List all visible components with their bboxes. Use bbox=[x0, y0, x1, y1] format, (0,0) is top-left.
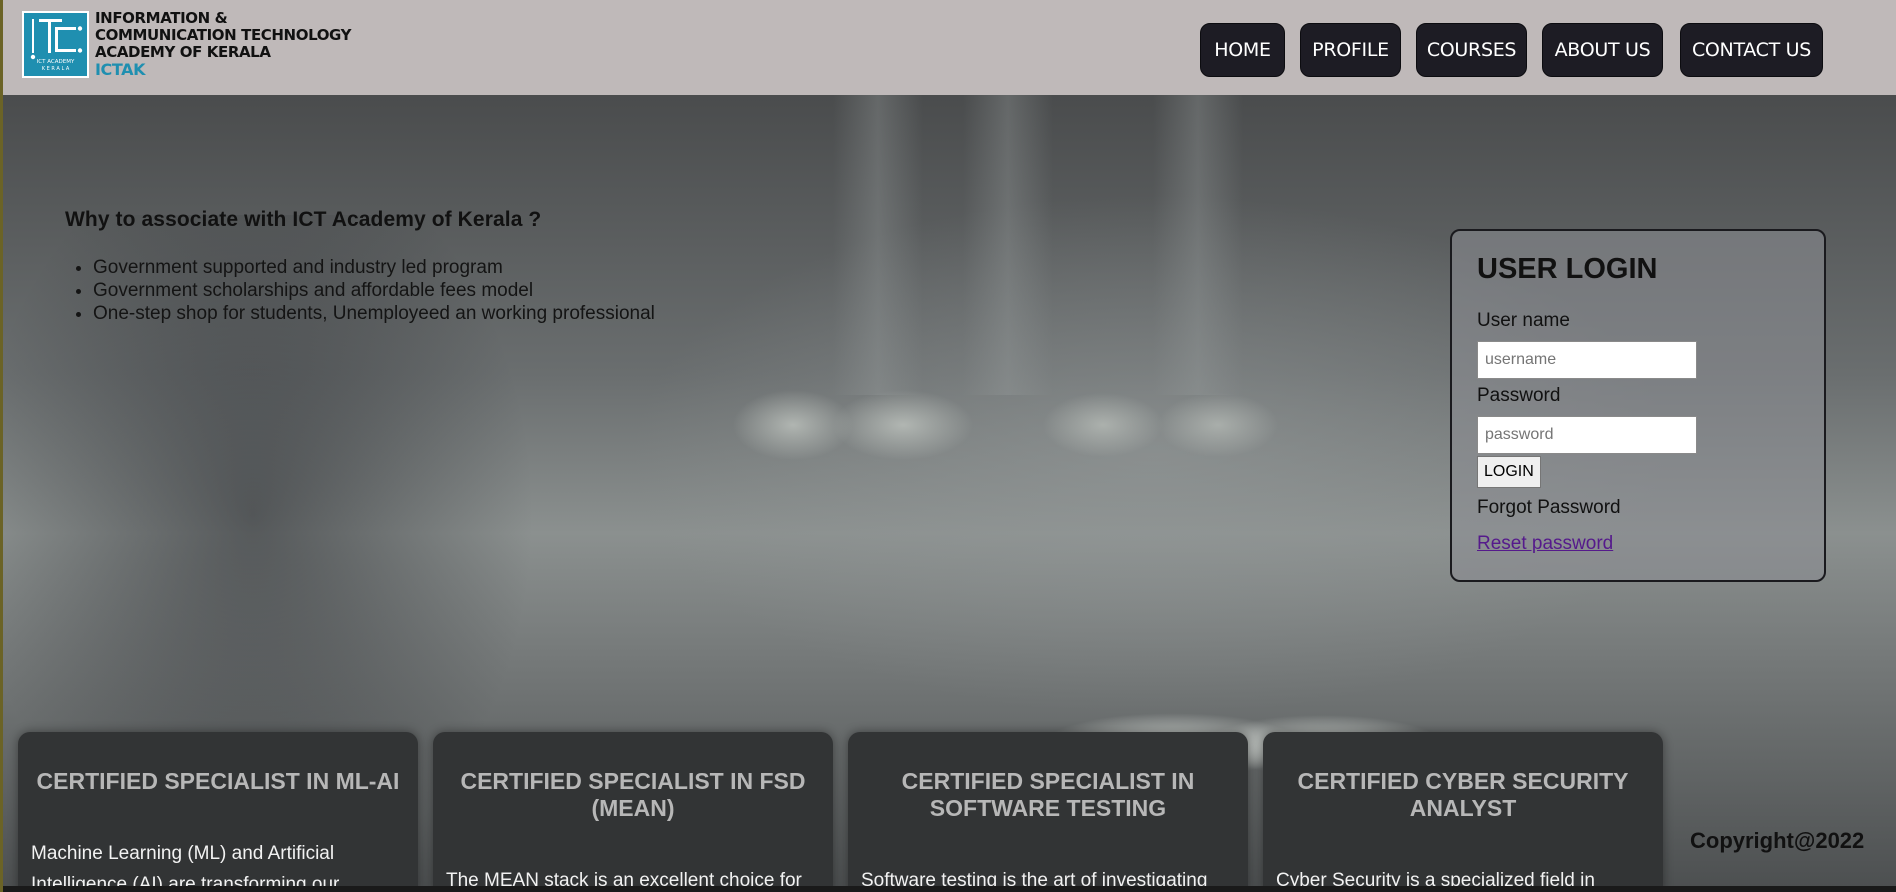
benefits-list: Government supported and industry led pr… bbox=[65, 256, 655, 325]
course-description: Machine Learning (ML) and Artificial bbox=[31, 843, 335, 864]
course-title: CERTIFIED CYBER SECURITY ANALYST bbox=[1297, 768, 1629, 821]
password-input[interactable] bbox=[1477, 416, 1697, 454]
benefit-item: Government scholarships and affordable f… bbox=[93, 279, 655, 302]
hero-background-decoration bbox=[963, 95, 1053, 395]
benefit-item: One-step shop for students, Unemployeed … bbox=[93, 302, 655, 325]
copyright-text: Copyright@2022 bbox=[1690, 828, 1865, 853]
reset-password-link[interactable]: Reset password bbox=[1477, 533, 1613, 555]
course-title: CERTIFIED SPECIALIST IN ML-AI bbox=[36, 768, 400, 794]
why-heading: Why to associate with ICT Academy of Ker… bbox=[65, 208, 542, 231]
user-login-panel: USER LOGIN User name Password LOGIN Forg… bbox=[1450, 229, 1826, 582]
username-label: User name bbox=[1477, 310, 1570, 331]
course-card-cyber-security[interactable]: CERTIFIED CYBER SECURITY ANALYST Cyber S… bbox=[1263, 732, 1663, 892]
site-header: ICT ACADEMY K E R A L A INFORMATION & CO… bbox=[3, 0, 1896, 96]
login-button[interactable]: LOGIN bbox=[1477, 456, 1541, 488]
benefit-item: Government supported and industry led pr… bbox=[93, 256, 655, 279]
why-associate-section: Why to associate with ICT Academy of Ker… bbox=[65, 208, 655, 325]
nav-home-button[interactable]: HOME bbox=[1200, 23, 1285, 77]
login-title: USER LOGIN bbox=[1477, 253, 1658, 285]
main-nav: HOME PROFILE COURSES ABOUT US CONTACT US bbox=[3, 23, 1896, 77]
page: ICT ACADEMY K E R A L A INFORMATION & CO… bbox=[0, 0, 1896, 892]
course-title: CERTIFIED SPECIALIST IN SOFTWARE TESTING bbox=[901, 768, 1195, 821]
bottom-edge bbox=[3, 886, 1896, 892]
username-input[interactable] bbox=[1477, 341, 1697, 379]
password-label: Password bbox=[1477, 385, 1561, 406]
course-title: CERTIFIED SPECIALIST IN FSD (MEAN) bbox=[460, 768, 806, 821]
nav-courses-button[interactable]: COURSES bbox=[1416, 23, 1527, 77]
forgot-password-label: Forgot Password bbox=[1477, 497, 1621, 518]
hero-background-decoration bbox=[833, 95, 923, 395]
course-card-software-testing[interactable]: CERTIFIED SPECIALIST IN SOFTWARE TESTING… bbox=[848, 732, 1248, 892]
course-card-ml-ai[interactable]: CERTIFIED SPECIALIST IN ML-AI Machine Le… bbox=[18, 732, 418, 892]
nav-contact-us-button[interactable]: CONTACT US bbox=[1680, 23, 1823, 77]
nav-profile-button[interactable]: PROFILE bbox=[1300, 23, 1401, 77]
course-card-fsd-mean[interactable]: CERTIFIED SPECIALIST IN FSD (MEAN) The M… bbox=[433, 732, 833, 892]
nav-about-us-button[interactable]: ABOUT US bbox=[1542, 23, 1663, 77]
hero-background-decoration bbox=[1153, 95, 1243, 395]
